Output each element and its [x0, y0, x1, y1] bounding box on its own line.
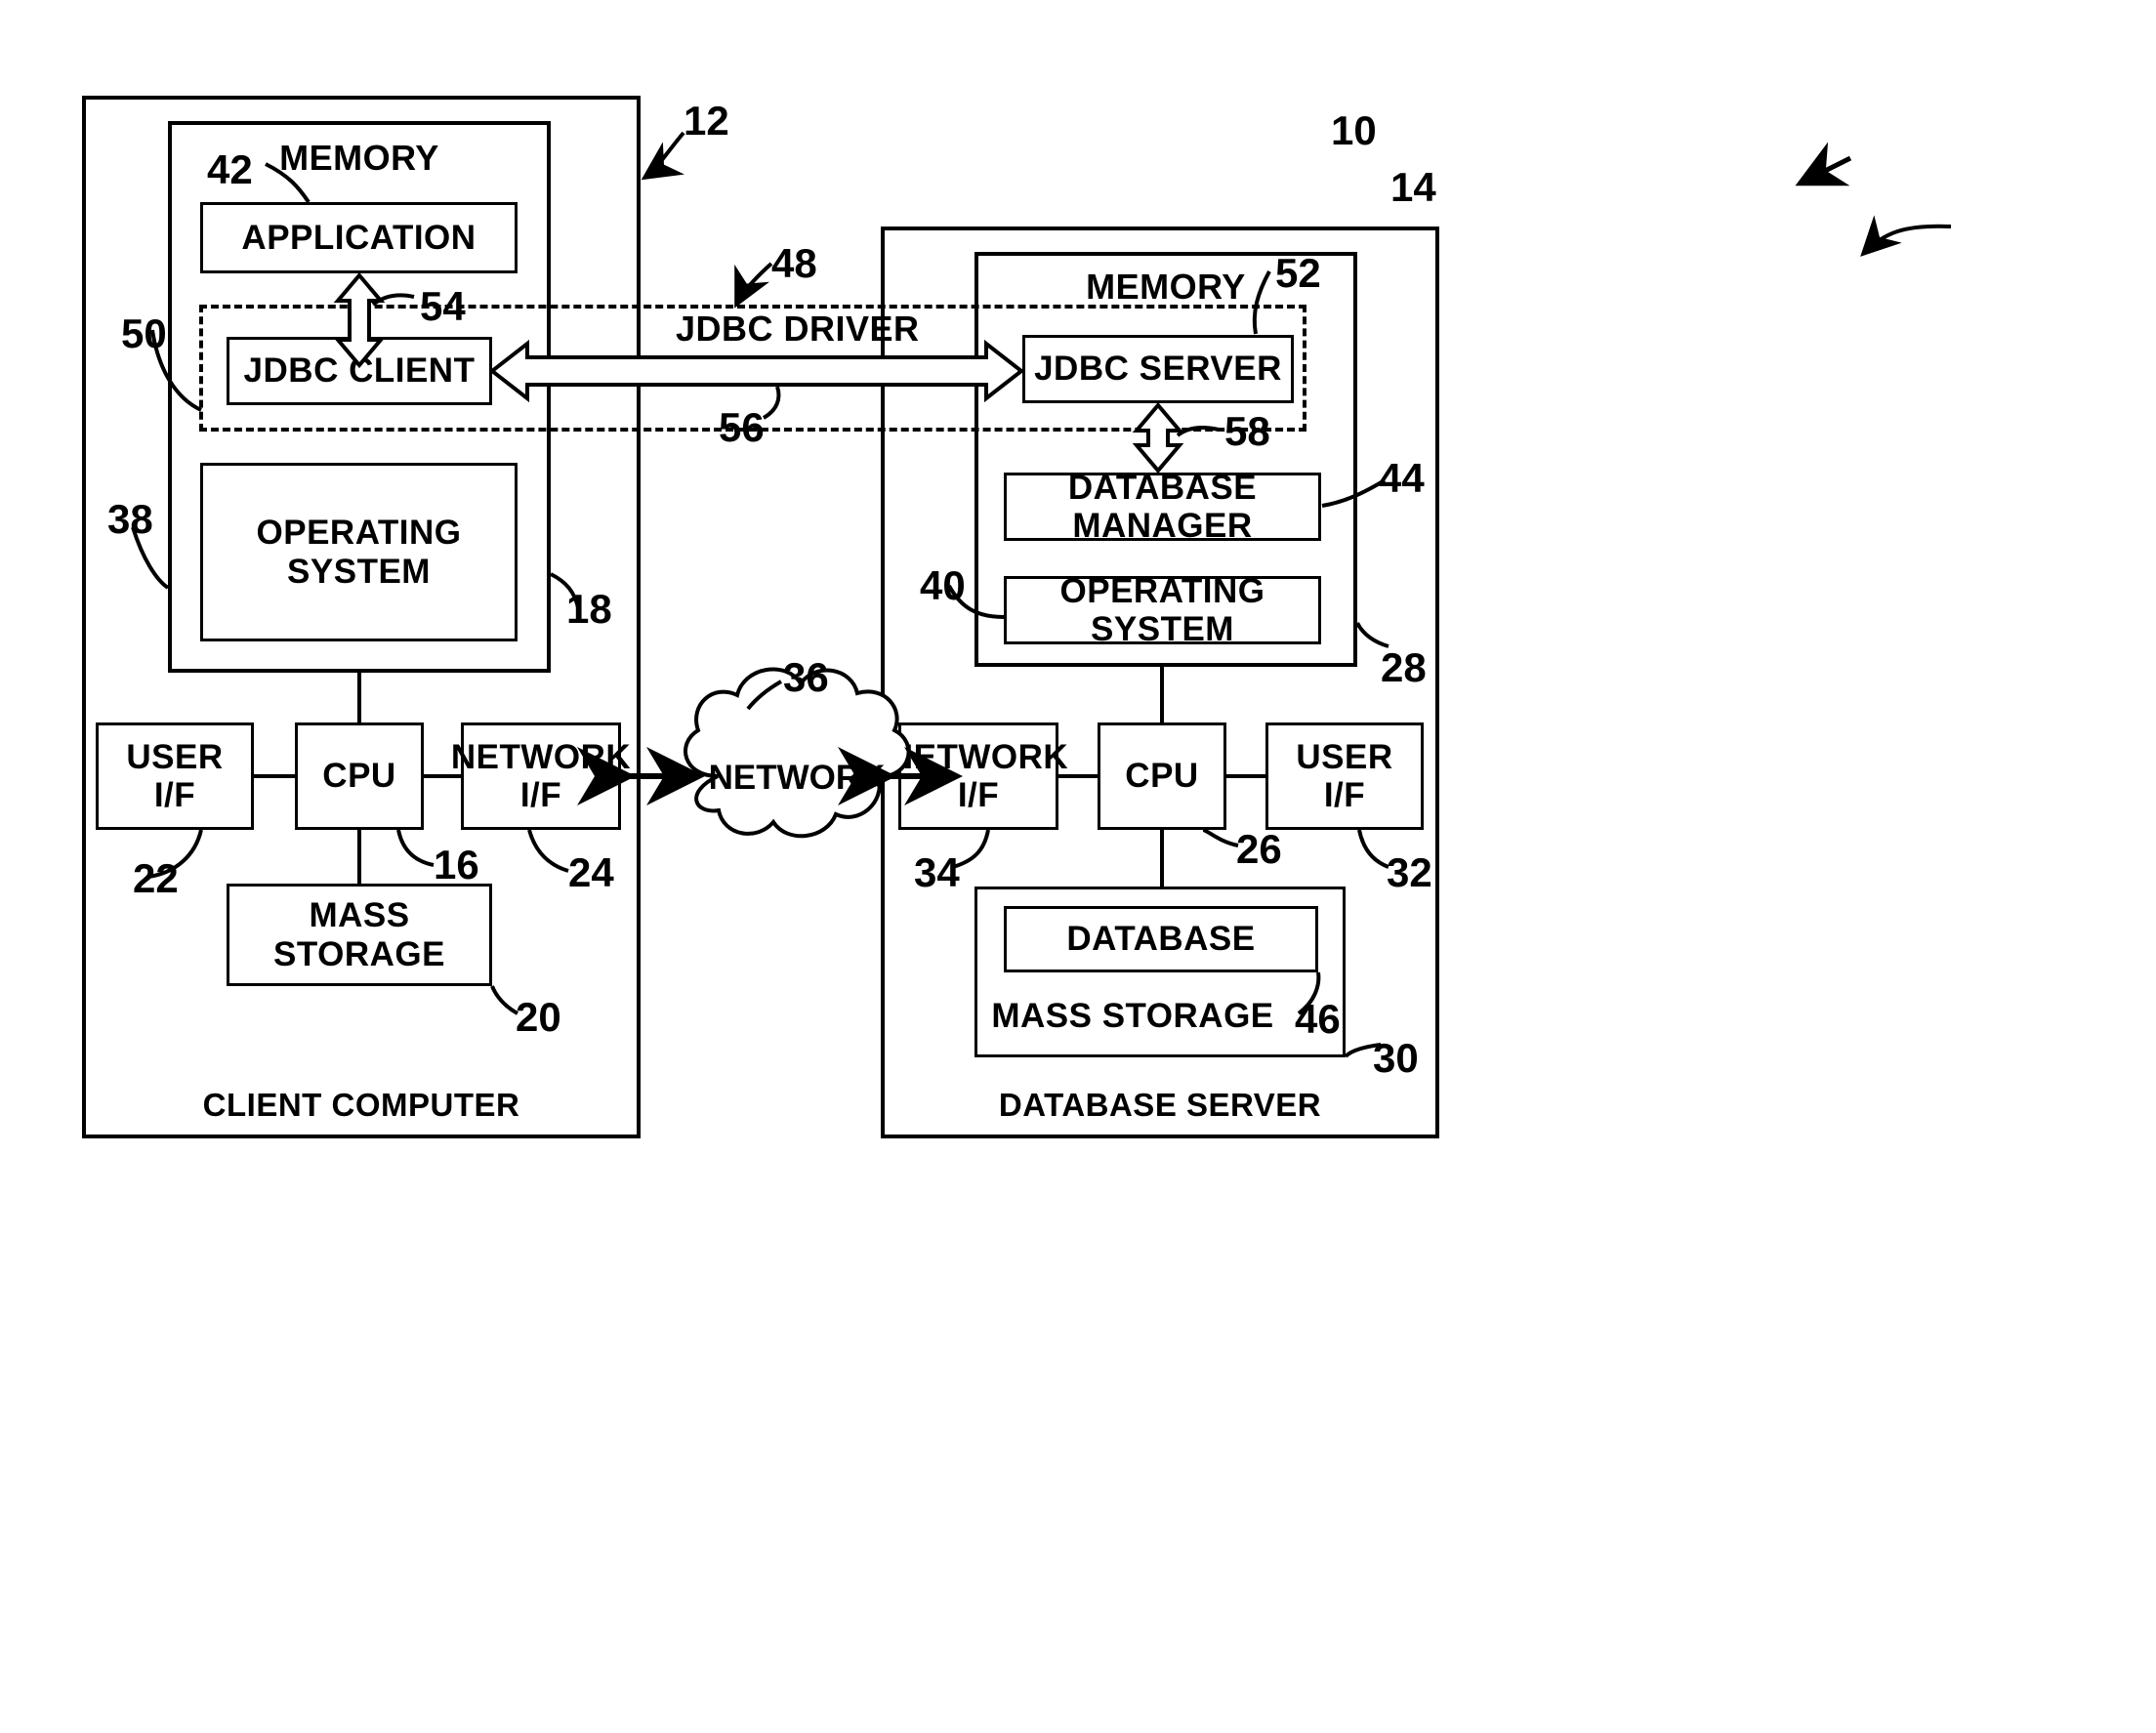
server-caption: DATABASE SERVER [998, 1086, 1322, 1123]
server-network-if-label: NETWORK I/F [889, 722, 1068, 830]
client-net-if-line1: NETWORK [450, 737, 632, 776]
ref-40: 40 [920, 562, 966, 608]
ref-20: 20 [516, 994, 561, 1040]
ref-12: 12 [684, 98, 729, 144]
ref-10: 10 [1331, 107, 1377, 153]
client-caption: CLIENT COMPUTER [202, 1086, 520, 1123]
leader-36 [746, 680, 782, 711]
leader-48 [734, 262, 773, 309]
database-label: DATABASE [1066, 920, 1256, 959]
ref-58: 58 [1224, 408, 1270, 454]
server-os-label: OPERATING SYSTEM [1059, 571, 1265, 648]
server-user-if-line2: I/F [1323, 776, 1366, 814]
client-user-if-label: USER I/F [96, 722, 254, 830]
ref-30: 30 [1373, 1035, 1419, 1081]
ref-52: 52 [1275, 250, 1321, 296]
ref-14: 14 [1390, 164, 1436, 210]
client-user-if-line2: I/F [153, 776, 196, 814]
jdbc-driver-label: JDBC DRIVER [676, 309, 920, 349]
ref-56: 56 [719, 404, 765, 450]
leader-14 [1860, 215, 1952, 257]
client-network-if-label: NETWORK I/F [451, 722, 631, 830]
client-user-if-line1: USER [126, 737, 224, 776]
ref-38: 38 [107, 496, 153, 542]
ref-42: 42 [207, 146, 253, 192]
ref-50: 50 [121, 310, 167, 356]
ref-32: 32 [1387, 849, 1432, 895]
server-net-if-line2: I/F [957, 776, 1000, 814]
ref-36: 36 [783, 654, 829, 700]
ref-16: 16 [434, 842, 479, 887]
client-net-if-line2: I/F [519, 776, 562, 814]
patent-figure: MEMORY APPLICATION JDBC CLIENT OPERATING… [0, 0, 2156, 1733]
leader-12 [641, 131, 685, 181]
client-os-label: OPERATING SYSTEM [256, 514, 462, 591]
client-cpu-label: CPU [322, 757, 396, 796]
ref-46: 46 [1295, 996, 1341, 1042]
server-user-if-line1: USER [1296, 737, 1393, 776]
ref-22: 22 [133, 855, 179, 901]
server-net-if-line1: NETWORK [888, 737, 1069, 776]
ref-24: 24 [568, 849, 614, 895]
leader-10 [1795, 142, 1852, 186]
server-cpu-label: CPU [1125, 757, 1199, 796]
ref-28: 28 [1381, 644, 1427, 690]
server-mass-storage-label: MASS STORAGE [991, 997, 1274, 1036]
ref-26: 26 [1236, 826, 1282, 872]
client-mass-storage-label: MASS STORAGE [273, 896, 445, 973]
ref-18: 18 [566, 586, 612, 632]
network-cloud-label: NETWORK [709, 759, 886, 797]
ref-44: 44 [1379, 455, 1425, 501]
client-application-label: APPLICATION [241, 218, 477, 257]
ref-34: 34 [914, 849, 960, 895]
ref-48: 48 [771, 240, 817, 286]
server-user-if-label: USER I/F [1265, 722, 1424, 830]
database-manager-label: DATABASE MANAGER [1067, 468, 1258, 545]
ref-54: 54 [420, 283, 466, 329]
